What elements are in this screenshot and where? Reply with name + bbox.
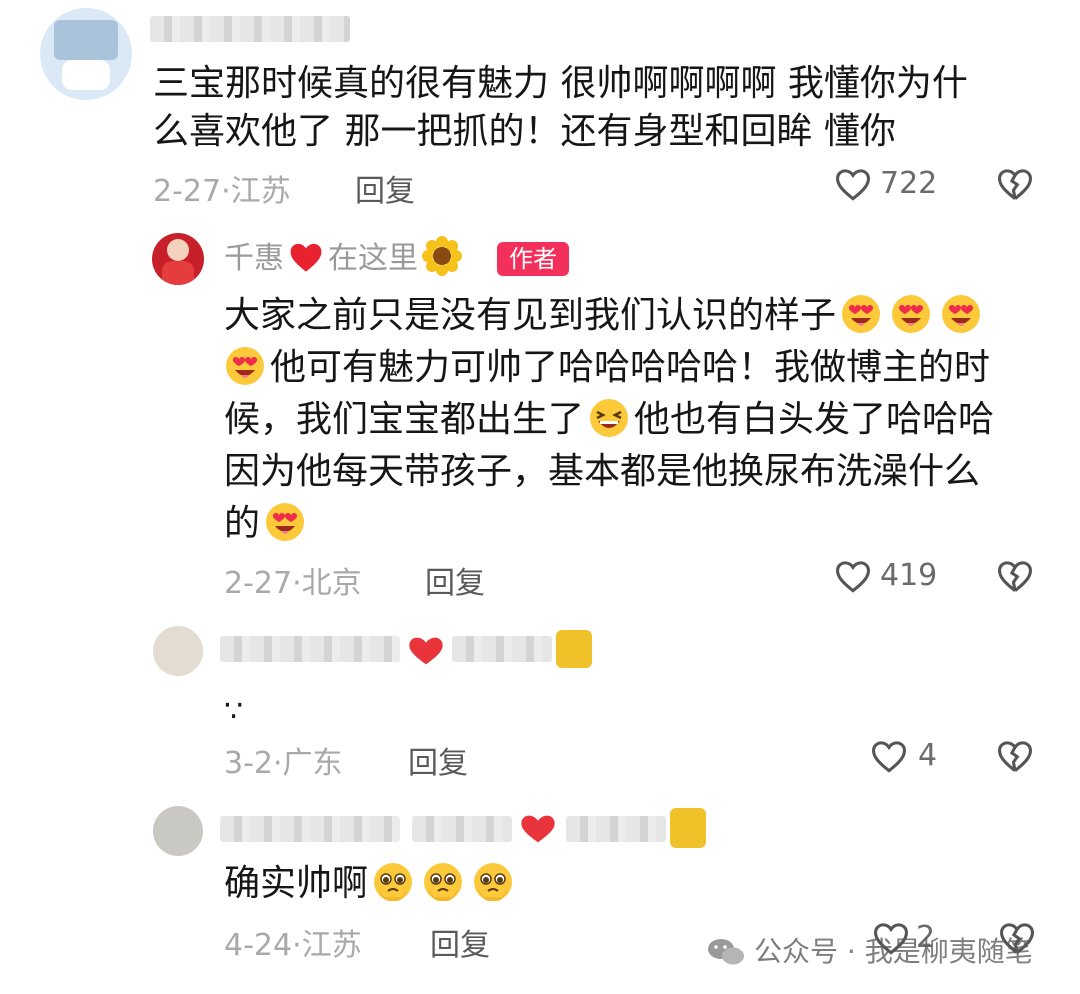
like-count: 4 — [918, 738, 938, 773]
comment-text: 三宝那时候真的很有魅力 很帅啊啊啊啊 我懂你为什 — [153, 63, 968, 104]
red-heart-icon — [404, 636, 448, 670]
heart-eyes-emoji-icon — [890, 293, 932, 335]
heart-eyes-emoji-icon — [264, 501, 306, 543]
reply-button[interactable]: 回复 — [408, 738, 468, 782]
username-blurred — [452, 636, 552, 662]
dislike-broken-heart-icon[interactable] — [996, 167, 1034, 201]
like-heart-icon[interactable] — [834, 167, 872, 201]
comment-text: 因为他每天带孩子，基本都是他换尿布洗澡什么 — [224, 451, 981, 492]
heart-eyes-emoji-icon — [224, 345, 266, 387]
comment-text-line: 的 — [224, 498, 310, 550]
like-count: 722 — [880, 166, 938, 201]
username-blurred — [566, 816, 666, 842]
sunflower-icon — [670, 808, 706, 848]
laughing-emoji-icon — [588, 397, 630, 439]
comment-meta: 2-27·北京 — [224, 566, 362, 601]
author-name: 千惠 — [224, 241, 284, 276]
comment-meta: 2-27·江苏 — [153, 174, 291, 209]
like-heart-icon[interactable] — [870, 739, 908, 773]
like-count: 419 — [880, 558, 938, 593]
author-suffix: 在这里 — [328, 241, 418, 276]
like-heart-icon[interactable] — [834, 559, 872, 593]
sunflower-icon — [422, 236, 462, 289]
pleading-face-emoji-icon — [372, 861, 414, 903]
red-heart-icon — [516, 814, 560, 848]
reply-button[interactable]: 回复 — [425, 558, 485, 602]
sunflower-icon — [556, 630, 592, 668]
reply-button[interactable]: 回复 — [430, 920, 490, 964]
username-blurred[interactable] — [220, 636, 400, 662]
comment-text: 么喜欢他了 那一把抓的！还有身型和回眸 懂你 — [153, 111, 896, 152]
comment-meta: 3-2·广东 — [224, 746, 343, 781]
username-blurred — [412, 816, 512, 842]
comment-text: ∵ — [224, 694, 244, 729]
reply-button[interactable]: 回复 — [355, 166, 415, 210]
comment-text-line: 确实帅啊 — [224, 858, 518, 910]
comment-text-line: 大家之前只是没有见到我们认识的样子 — [224, 290, 986, 342]
pleading-face-emoji-icon — [472, 861, 514, 903]
comment-text-line: 候，我们宝宝都出生了 他也有白头发了哈哈哈 — [224, 397, 995, 440]
pleading-face-emoji-icon — [422, 861, 464, 903]
author-badge: 作者 — [497, 242, 569, 276]
comment-meta: 4-24·江苏 — [224, 928, 362, 963]
author-avatar[interactable] — [152, 233, 204, 285]
comment-text-line: 他可有魅力可帅了哈哈哈哈哈！我做博主的时 — [224, 342, 990, 394]
wechat-icon — [706, 937, 746, 974]
avatar[interactable] — [153, 626, 203, 676]
watermark-text: 公众号 · 我是柳夷随笔 — [754, 935, 1033, 968]
dislike-broken-heart-icon[interactable] — [996, 739, 1034, 773]
watermark: 公众号 · 我是柳夷随笔 — [706, 930, 1033, 974]
dislike-broken-heart-icon[interactable] — [996, 559, 1034, 593]
username-blurred[interactable] — [220, 816, 400, 842]
avatar[interactable] — [40, 8, 132, 100]
username-blurred[interactable] — [150, 16, 350, 42]
avatar[interactable] — [153, 806, 203, 856]
heart-eyes-emoji-icon — [840, 293, 882, 335]
author-name-row[interactable]: 千惠 在这里 — [224, 236, 462, 289]
red-heart-icon — [287, 240, 325, 287]
heart-eyes-emoji-icon — [940, 293, 982, 335]
